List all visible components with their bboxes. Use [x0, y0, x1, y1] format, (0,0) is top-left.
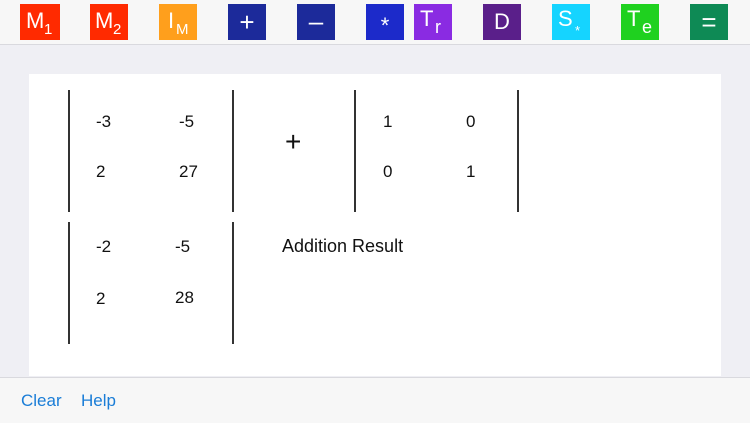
result-cell: 28 [175, 288, 194, 307]
result-label: Addition Result [282, 236, 404, 256]
result-cell: -2 [96, 237, 112, 256]
matrix-1-button[interactable]: M 1 [20, 4, 60, 40]
matrix-2-label: M [95, 8, 114, 33]
matrix-1-subscript: 1 [44, 21, 53, 38]
result-cell: 2 [96, 289, 106, 308]
top-toolbar: M 1 M 2 I M + – * T r D S * T e = [0, 0, 750, 45]
matrix-b-cell[interactable]: 1 [466, 162, 475, 182]
matrix-a-right-bracket [232, 90, 234, 212]
matrix-a-cell[interactable]: 27 [179, 162, 198, 182]
clear-button[interactable]: Clear [21, 391, 62, 411]
matrix-b-left-bracket [354, 90, 356, 212]
add-label: + [239, 7, 255, 37]
help-button[interactable]: Help [81, 391, 116, 411]
scalar-subscript: * [575, 23, 581, 38]
matrix-a-cell[interactable]: -3 [96, 112, 111, 132]
transpose-subscript: r [435, 17, 441, 37]
matrix-a-left-bracket [68, 90, 70, 212]
equals-label: = [701, 7, 717, 37]
result-left-bracket [68, 222, 70, 344]
transpose-label: T [420, 6, 434, 31]
matrix-b-right-bracket [517, 90, 519, 212]
subtract-label: – [308, 6, 324, 36]
matrix-a-cell[interactable]: 2 [96, 162, 105, 182]
scalar-multiply-button[interactable]: S * [552, 4, 590, 40]
te-subscript: e [642, 17, 653, 37]
matrix-1-label: M [26, 8, 45, 33]
matrix-2-subscript: 2 [113, 21, 122, 38]
identity-matrix-subscript: M [176, 21, 189, 38]
te-label: T [627, 6, 641, 31]
identity-matrix-label: I [168, 8, 175, 33]
identity-matrix-button[interactable]: I M [159, 4, 197, 40]
transpose-button[interactable]: T r [414, 4, 452, 40]
determinant-label: D [494, 9, 510, 34]
matrix-2-button[interactable]: M 2 [90, 4, 128, 40]
bottom-toolbar: Clear Help [0, 377, 750, 423]
result-cell: -5 [175, 237, 191, 256]
matrix-b-cell[interactable]: 1 [383, 112, 392, 132]
add-button[interactable]: + [228, 4, 266, 40]
matrix-a-cell[interactable]: -5 [179, 112, 194, 132]
te-button[interactable]: T e [621, 4, 659, 40]
scalar-label: S [558, 6, 573, 31]
subtract-button[interactable]: – [297, 4, 335, 40]
result-right-bracket [232, 222, 234, 344]
multiply-button[interactable]: * [366, 4, 404, 40]
matrix-workspace: -3 -5 2 27 + 1 0 0 1 -2 -5 2 28 Addition… [29, 74, 721, 376]
equals-button[interactable]: = [690, 4, 728, 40]
multiply-label: * [380, 13, 390, 38]
matrix-b-cell[interactable]: 0 [466, 112, 475, 132]
matrix-b-cell[interactable]: 0 [383, 162, 392, 182]
determinant-button[interactable]: D [483, 4, 521, 40]
operator-symbol: + [285, 126, 302, 157]
